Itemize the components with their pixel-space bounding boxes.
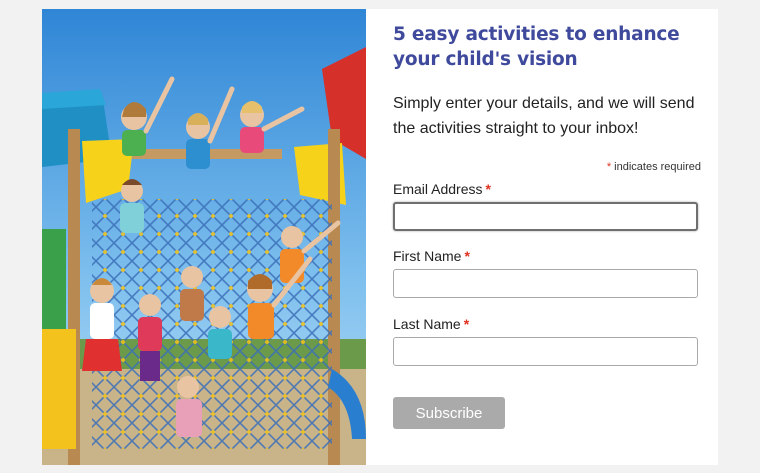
hero-photo (42, 9, 366, 465)
playground-children-image (42, 9, 366, 465)
required-note-text: indicates required (614, 161, 701, 173)
last-name-required-asterisk: * (463, 316, 470, 332)
last-name-field[interactable] (393, 337, 698, 366)
email-label: Email Address * (393, 181, 491, 197)
signup-card: 5 easy activities to enhance your child'… (42, 9, 718, 465)
form-subtitle: Simply enter your details, and we will s… (393, 95, 695, 137)
form-headline: 5 easy activities to enhance your child'… (393, 24, 680, 70)
last-name-label: Last Name * (393, 316, 469, 332)
email-required-asterisk: * (485, 181, 491, 197)
signup-form: 5 easy activities to enhance your child'… (393, 9, 703, 465)
first-name-required-asterisk: * (464, 248, 470, 264)
first-name-label-text: First Name (393, 248, 462, 264)
required-asterisk: * (606, 161, 612, 173)
email-label-text: Email Address (393, 181, 483, 197)
last-name-label-text: Last Name (393, 316, 461, 332)
first-name-label: First Name * (393, 248, 470, 264)
subscribe-button[interactable]: Subscribe (393, 397, 505, 429)
email-field[interactable] (393, 202, 698, 231)
first-name-field[interactable] (393, 269, 698, 298)
required-note: * indicates required (607, 161, 701, 173)
